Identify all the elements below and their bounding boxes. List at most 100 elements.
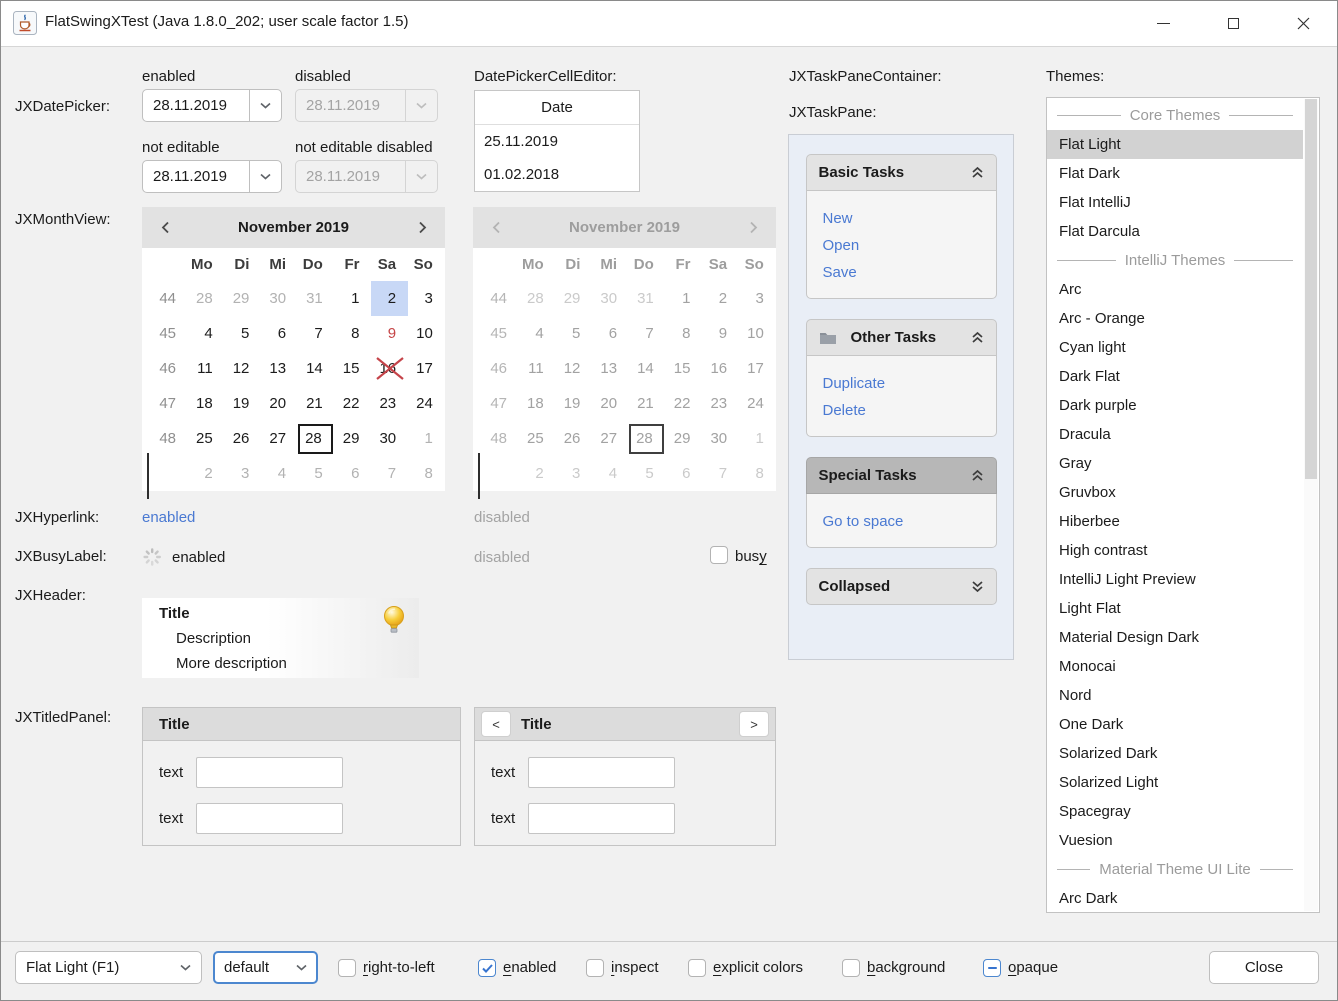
theme-item-gray[interactable]: Gray <box>1047 449 1303 478</box>
collapse-icon[interactable] <box>971 469 984 482</box>
checkbox-explicit-colors[interactable] <box>688 959 706 977</box>
theme-item-flat-darcula[interactable]: Flat Darcula <box>1047 217 1303 246</box>
close-button[interactable]: Close <box>1209 951 1319 984</box>
checkbox-label-enabled[interactable]: enabled <box>503 958 556 978</box>
collapse-icon[interactable] <box>971 331 984 344</box>
checkbox-label-busy[interactable]: busy <box>735 547 767 567</box>
taskpane-link-duplicate[interactable]: Duplicate <box>823 370 980 397</box>
theme-item-arc-orange[interactable]: Arc - Orange <box>1047 304 1303 333</box>
calendar-day[interactable]: 2 <box>371 281 408 316</box>
calendar-day[interactable]: 15 <box>335 351 372 386</box>
calendar-day[interactable]: 11 <box>188 351 225 386</box>
calendar-day[interactable]: 23 <box>371 386 408 421</box>
calendar-day[interactable]: 28 <box>188 281 225 316</box>
datepicker-enabled[interactable]: 28.11.2019 <box>142 89 282 122</box>
calendar-day[interactable]: 8 <box>408 456 445 491</box>
theme-item-nord[interactable]: Nord <box>1047 681 1303 710</box>
table-row[interactable]: 25.11.2019 <box>475 125 639 158</box>
calendar-day[interactable]: 7 <box>298 316 335 351</box>
calendar-day[interactable]: 13 <box>261 351 298 386</box>
calendar-day[interactable]: 4 <box>261 456 298 491</box>
checkbox-label-right-to-left[interactable]: right-to-left <box>363 958 435 978</box>
theme-item-dracula[interactable]: Dracula <box>1047 420 1303 449</box>
calendar-day[interactable]: 26 <box>225 421 262 456</box>
checkbox-busy[interactable] <box>710 546 728 564</box>
titledpanel-next-button[interactable]: > <box>739 711 769 737</box>
taskpane-link-open[interactable]: Open <box>823 232 980 259</box>
calendar-day[interactable]: 30 <box>261 281 298 316</box>
calendar-day[interactable]: 27 <box>261 421 298 456</box>
calendar-day[interactable]: 21 <box>298 386 335 421</box>
font-combobox[interactable]: default <box>213 951 318 984</box>
calendar-day[interactable]: 2 <box>188 456 225 491</box>
calendar-day[interactable]: 30 <box>371 421 408 456</box>
checkbox-enabled[interactable] <box>478 959 496 977</box>
taskpane-link-delete[interactable]: Delete <box>823 397 980 424</box>
theme-item-monocai[interactable]: Monocai <box>1047 652 1303 681</box>
theme-item-solarized-dark[interactable]: Solarized Dark <box>1047 739 1303 768</box>
collapse-icon[interactable] <box>971 166 984 179</box>
themes-scrollbar-thumb[interactable] <box>1305 99 1317 479</box>
calendar-day[interactable]: 1 <box>335 281 372 316</box>
calendar-day[interactable]: 12 <box>225 351 262 386</box>
checkbox-inspect[interactable] <box>586 959 604 977</box>
theme-item-cyan-light[interactable]: Cyan light <box>1047 333 1303 362</box>
theme-item-arc-dark[interactable]: Arc Dark <box>1047 884 1303 913</box>
taskpane-header-basic-tasks[interactable]: Basic Tasks <box>806 154 997 191</box>
themes-list[interactable]: Core ThemesFlat LightFlat DarkFlat Intel… <box>1046 97 1320 913</box>
calendar-day[interactable]: 5 <box>225 316 262 351</box>
theme-item-arc[interactable]: Arc <box>1047 275 1303 304</box>
theme-item-light-flat[interactable]: Light Flat <box>1047 594 1303 623</box>
checkbox-label-opaque[interactable]: opaque <box>1008 958 1058 978</box>
checkbox-background[interactable] <box>842 959 860 977</box>
look-and-feel-combobox[interactable]: Flat Light (F1) <box>15 951 202 984</box>
table-row[interactable]: 01.02.2018 <box>475 158 639 191</box>
theme-item-dark-purple[interactable]: Dark purple <box>1047 391 1303 420</box>
checkbox-right-to-left[interactable] <box>338 959 356 977</box>
calendar-day[interactable]: 7 <box>371 456 408 491</box>
calendar-day[interactable]: 28 <box>298 421 335 456</box>
text-input[interactable] <box>196 757 343 788</box>
theme-item-dark-flat[interactable]: Dark Flat <box>1047 362 1303 391</box>
datepicker-value[interactable]: 28.11.2019 <box>143 90 249 121</box>
taskpane-link-new[interactable]: New <box>823 205 980 232</box>
close-window-button[interactable] <box>1273 1 1333 45</box>
calendar-day[interactable]: 29 <box>335 421 372 456</box>
expand-icon[interactable] <box>971 580 984 593</box>
themes-scrollbar-track[interactable] <box>1304 99 1318 911</box>
maximize-button[interactable] <box>1203 1 1263 45</box>
calendar-day[interactable]: 25 <box>188 421 225 456</box>
checkbox-label-background[interactable]: background <box>867 958 945 978</box>
calendar-day[interactable]: 22 <box>335 386 372 421</box>
theme-item-spacegray[interactable]: Spacegray <box>1047 797 1303 826</box>
theme-item-flat-intellij[interactable]: Flat IntelliJ <box>1047 188 1303 217</box>
table-column-header[interactable]: Date <box>475 91 639 125</box>
calendar-day[interactable]: 6 <box>261 316 298 351</box>
calendar-day[interactable]: 29 <box>225 281 262 316</box>
calendar-day[interactable]: 10 <box>408 316 445 351</box>
calendar-day[interactable]: 31 <box>298 281 335 316</box>
datepicker-not-editable[interactable]: 28.11.2019 <box>142 160 282 193</box>
calendar-day[interactable]: 1 <box>408 421 445 456</box>
datepicker-dropdown-button[interactable] <box>249 90 281 121</box>
calendar-day[interactable]: 17 <box>408 351 445 386</box>
checkbox-label-inspect[interactable]: inspect <box>611 958 659 978</box>
theme-item-flat-light[interactable]: Flat Light <box>1047 130 1303 159</box>
calendar-day[interactable]: 14 <box>298 351 335 386</box>
calendar-day[interactable]: 20 <box>261 386 298 421</box>
taskpane-link-save[interactable]: Save <box>823 259 980 286</box>
calendar-day[interactable]: 16 <box>371 351 408 386</box>
hyperlink-enabled[interactable]: enabled <box>142 508 195 527</box>
text-input[interactable] <box>528 757 675 788</box>
theme-item-vuesion[interactable]: Vuesion <box>1047 826 1303 855</box>
taskpane-link-go-to-space[interactable]: Go to space <box>823 508 980 535</box>
taskpane-header-special-tasks[interactable]: Special Tasks <box>806 457 997 494</box>
theme-item-high-contrast[interactable]: High contrast <box>1047 536 1303 565</box>
calendar-day[interactable]: 9 <box>371 316 408 351</box>
calendar-day[interactable]: 3 <box>225 456 262 491</box>
calendar-prev-button[interactable] <box>152 215 178 241</box>
titledpanel-prev-button[interactable]: < <box>481 711 511 737</box>
taskpane-header-collapsed[interactable]: Collapsed <box>806 568 997 605</box>
text-input[interactable] <box>528 803 675 834</box>
calendar-day[interactable]: 24 <box>408 386 445 421</box>
